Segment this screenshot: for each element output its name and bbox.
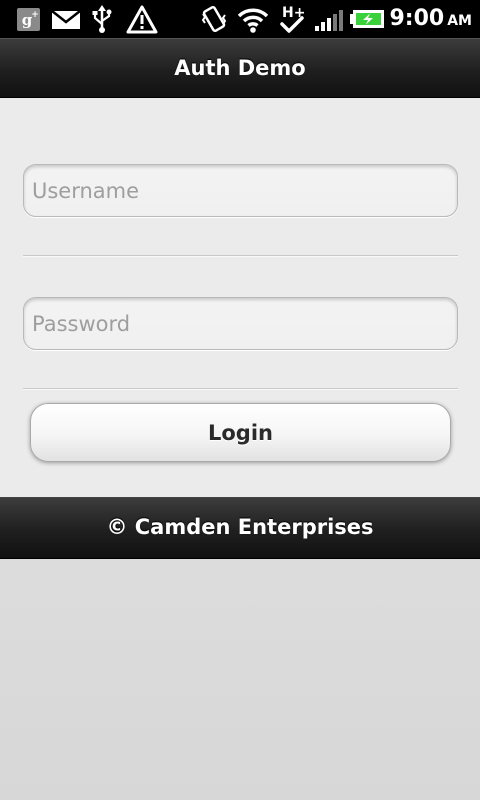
divider bbox=[23, 255, 458, 257]
clock: 9:00 AM bbox=[389, 6, 472, 31]
signal-icon bbox=[315, 10, 343, 31]
password-input[interactable] bbox=[23, 297, 458, 350]
mail-icon bbox=[51, 10, 81, 29]
battery-charging-icon bbox=[350, 10, 384, 28]
page-title: Auth Demo bbox=[174, 56, 306, 80]
app-header: Auth Demo bbox=[0, 38, 480, 98]
divider bbox=[23, 388, 458, 390]
vibrate-icon bbox=[201, 5, 227, 33]
svg-text:+: + bbox=[31, 10, 39, 20]
username-input[interactable] bbox=[23, 164, 458, 217]
usb-icon bbox=[92, 5, 112, 33]
warning-icon bbox=[126, 5, 158, 34]
hspa-plus-icon: H+ bbox=[280, 5, 305, 33]
wifi-icon bbox=[237, 8, 269, 33]
footer-copyright: © Camden Enterprises bbox=[106, 515, 374, 539]
status-bar: g + H+ 9:00 AM bbox=[0, 0, 480, 38]
google-plus-icon: g + bbox=[17, 8, 40, 31]
clock-time: 9:00 bbox=[389, 6, 445, 31]
clock-ampm: AM bbox=[447, 13, 472, 29]
login-button[interactable]: Login bbox=[30, 403, 451, 462]
app-footer: © Camden Enterprises bbox=[0, 497, 480, 559]
login-form: Login bbox=[0, 98, 480, 498]
